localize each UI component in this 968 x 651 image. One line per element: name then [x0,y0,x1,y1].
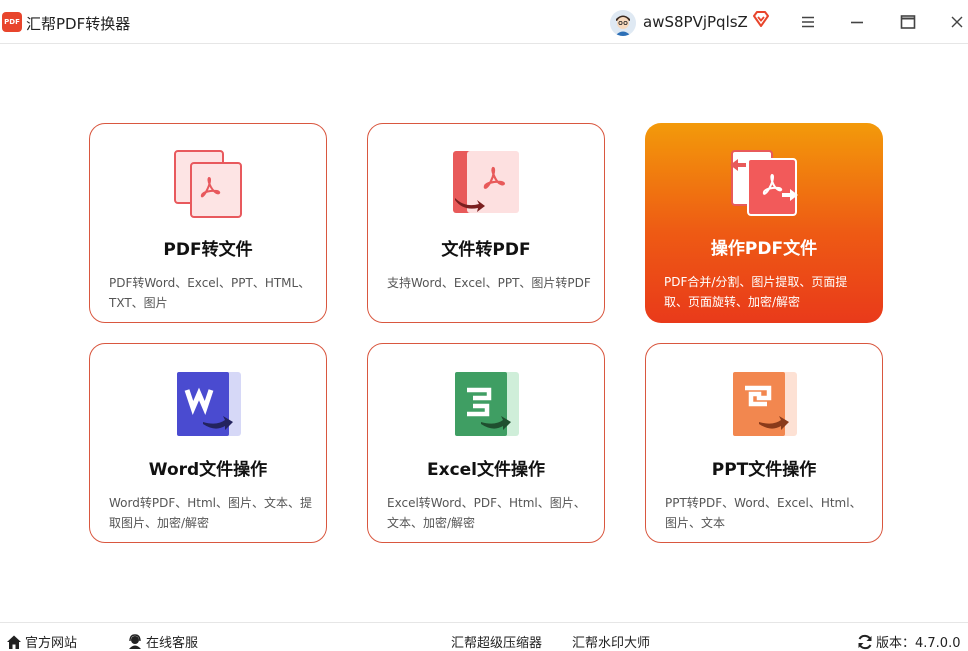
official-website-label: 官方网站 [25,636,78,651]
official-website-link[interactable]: 官方网站 [6,632,77,651]
watermark-link[interactable]: 汇帮水印大师 [572,632,650,651]
version-info[interactable]: 版本：4.7.0.0 [857,632,960,651]
compressor-link[interactable]: 汇帮超级压缩器 [451,632,542,651]
card-pdf-to-file[interactable]: PDF转文件 PDF转Word、Excel、PPT、HTML、TXT、图片 [89,123,327,323]
minimize-icon[interactable] [847,12,867,32]
excel-icon [451,368,523,440]
username[interactable]: awS8PVjPqlsZ [643,13,748,31]
card-pdf-operations[interactable]: 操作PDF文件 PDF合并/分割、图片提取、页面提取、页面旋转、加密/解密 [645,123,883,323]
avatar-icon [610,10,636,36]
maximize-icon[interactable] [898,12,918,32]
app-title: 汇帮PDF转换器 [26,15,131,33]
card-excel-operations[interactable]: Excel文件操作 Excel转Word、PDF、Html、图片、文本、加密/解… [367,343,605,543]
pdf-to-file-icon [173,148,245,220]
title-bar: PDF 汇帮PDF转换器 awS8PVjPqlsZ [0,0,968,44]
online-support-link[interactable]: 在线客服 [127,632,198,651]
version-label: 版本：4.7.0.0 [876,636,961,651]
card-description: Excel转Word、PDF、Html、图片、文本、加密/解密 [387,496,586,530]
card-title: Excel文件操作 [426,460,545,480]
home-icon [7,635,21,649]
card-description: PDF合并/分割、图片提取、页面提取、页面旋转、加密/解密 [664,275,848,309]
pdf-operations-icon [728,147,800,219]
word-icon [173,368,245,440]
user-avatar[interactable] [610,10,636,36]
online-support-label: 在线客服 [146,636,199,651]
refresh-icon [858,634,872,650]
footer-bar: 官方网站 在线客服 汇帮超级压缩器 汇帮水印大师 版本：4.7.0.0 [0,622,968,651]
menu-icon[interactable] [798,12,818,32]
file-to-pdf-icon [451,148,523,220]
close-icon[interactable] [947,12,967,32]
app-logo-icon: PDF [2,12,22,32]
card-title: PDF转文件 [163,240,253,260]
card-description: 支持Word、Excel、PPT、图片转PDF [387,276,591,290]
card-word-operations[interactable]: Word文件操作 Word转PDF、Html、图片、文本、提取图片、加密/解密 [89,343,327,543]
card-file-to-pdf[interactable]: 文件转PDF 支持Word、Excel、PPT、图片转PDF [367,123,605,323]
card-description: Word转PDF、Html、图片、文本、提取图片、加密/解密 [109,496,312,530]
vip-diamond-icon[interactable] [752,10,770,28]
customer-service-icon [129,634,141,649]
card-ppt-operations[interactable]: PPT文件操作 PPT转PDF、Word、Excel、Html、图片、文本 [645,343,883,543]
card-title: 操作PDF文件 [710,239,818,259]
card-description: PPT转PDF、Word、Excel、Html、图片、文本 [665,496,862,530]
card-title: 文件转PDF [441,240,531,260]
card-title: Word文件操作 [148,460,268,480]
card-description: PDF转Word、Excel、PPT、HTML、TXT、图片 [109,276,311,310]
ppt-icon [729,368,801,440]
card-title: PPT文件操作 [711,460,817,480]
